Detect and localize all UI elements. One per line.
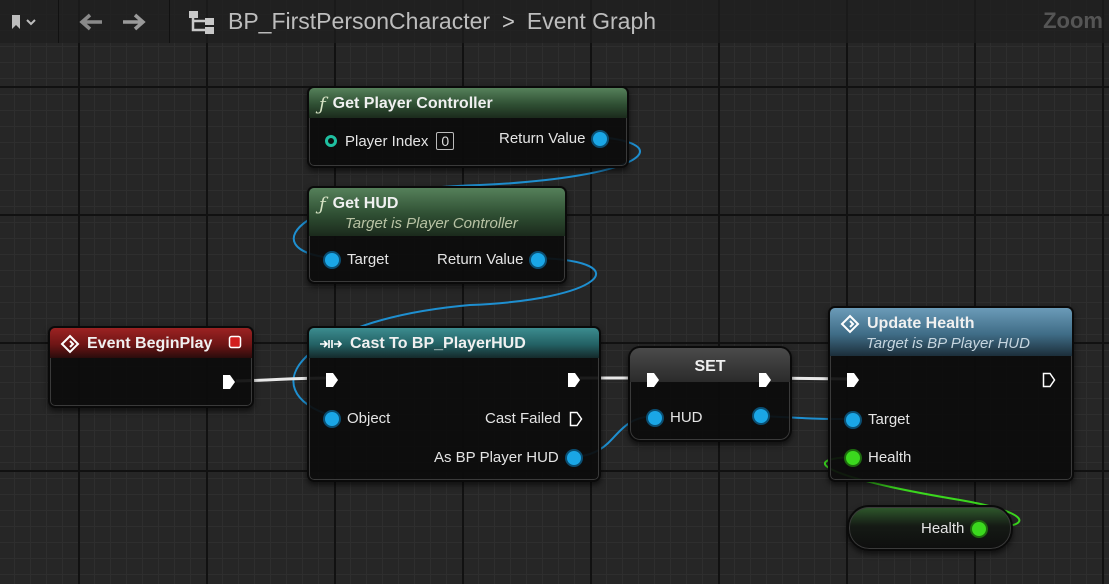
pin-hud-out — [754, 409, 768, 423]
pin-label: Target — [347, 251, 389, 268]
pin-exec-out — [1042, 372, 1056, 388]
pin-as-bp-player-hud: As BP Player HUD — [434, 449, 581, 466]
exec-pin-icon[interactable] — [222, 374, 236, 390]
pin-target: Target — [325, 251, 389, 268]
delegate-pin-icon[interactable] — [228, 335, 242, 354]
float-pin-icon[interactable] — [972, 521, 987, 536]
exec-pin-icon[interactable] — [569, 411, 583, 427]
object-pin-icon[interactable] — [325, 252, 339, 267]
back-button[interactable] — [71, 0, 111, 43]
object-pin-icon[interactable] — [754, 409, 768, 423]
node-title: Get HUD — [332, 195, 399, 212]
pin-exec-in — [325, 372, 339, 388]
node-title: Update Health — [867, 315, 975, 332]
hierarchy-icon — [189, 10, 214, 34]
function-icon: ƒ — [319, 93, 326, 115]
object-pin-icon[interactable] — [593, 131, 608, 146]
node-health-variable[interactable]: Health — [847, 505, 1013, 551]
node-subtitle: Target is BP Player HUD — [866, 335, 1030, 352]
node-update-health[interactable]: Update Health Target is BP Player HUD Ta… — [828, 306, 1074, 482]
node-title: Cast To BP_PlayerHUD — [350, 335, 526, 352]
node-event-begin-play[interactable]: Event BeginPlay — [48, 326, 254, 408]
pin-object: Object — [325, 410, 390, 427]
pin-exec-in — [846, 372, 860, 388]
node-cast-to-hud[interactable]: Cast To BP_PlayerHUD Object Cast Failed … — [307, 326, 601, 482]
exec-pin-icon[interactable] — [1042, 372, 1056, 388]
node-title: Get Player Controller — [332, 95, 493, 112]
pin-target: Target — [846, 411, 910, 428]
float-pin-icon[interactable] — [846, 450, 860, 465]
breadcrumb: BP_FirstPersonCharacter > Event Graph — [228, 8, 656, 35]
int-pin-icon[interactable] — [325, 135, 337, 147]
pin-exec-out — [222, 374, 236, 390]
pin-cast-failed: Cast Failed — [485, 410, 583, 427]
pin-exec-in — [646, 372, 660, 388]
zoom-label: Zoom — [1043, 8, 1103, 33]
cast-icon — [320, 340, 343, 348]
exec-pin-icon[interactable] — [325, 372, 339, 388]
node-header: Event BeginPlay — [50, 328, 252, 358]
object-pin-icon[interactable] — [566, 450, 581, 465]
object-pin-icon[interactable] — [846, 412, 860, 427]
exec-pin-icon[interactable] — [846, 372, 860, 388]
bookmark-icon — [12, 14, 36, 29]
node-title: SET — [694, 358, 726, 375]
node-header: ƒ Get Player Controller — [309, 88, 627, 118]
function-icon: ƒ — [319, 193, 326, 215]
node-subtitle: Target is Player Controller — [345, 215, 518, 232]
forward-button[interactable] — [111, 0, 157, 43]
pin-hud-in: HUD — [648, 409, 703, 426]
graph-toolbar: BP_FirstPersonCharacter > Event Graph Zo… — [0, 0, 1109, 43]
player-index-input[interactable]: 0 — [436, 132, 455, 150]
bookmark-button[interactable] — [0, 0, 46, 43]
pin-label: As BP Player HUD — [434, 449, 559, 466]
breadcrumb-graph[interactable]: Event Graph — [527, 8, 656, 35]
node-header: ƒ Get HUD Target is Player Controller — [309, 188, 565, 236]
object-pin-icon[interactable] — [325, 411, 339, 426]
pin-label: Player Index — [345, 132, 429, 150]
arrow-right-icon — [123, 13, 146, 30]
pin-label: Return Value — [499, 130, 586, 147]
pin-label: Cast Failed — [485, 410, 561, 427]
node-set[interactable]: SET HUD — [628, 346, 792, 442]
node-header: Update Health Target is BP Player HUD — [830, 308, 1072, 356]
breadcrumb-blueprint[interactable]: BP_FirstPersonCharacter — [228, 8, 490, 35]
pin-health: Health — [846, 449, 911, 466]
breadcrumb-separator: > — [502, 8, 515, 34]
pin-health-out: Health — [921, 520, 987, 537]
pin-label: HUD — [670, 409, 703, 426]
hierarchy-button[interactable] — [182, 0, 222, 43]
pin-player-index: Player Index 0 — [325, 132, 455, 150]
exec-pin-icon[interactable] — [567, 372, 581, 388]
pin-label: Object — [347, 410, 391, 427]
pin-label: Health — [921, 520, 965, 537]
pin-exec-out — [567, 372, 581, 388]
node-get-player-controller[interactable]: ƒ Get Player Controller Player Index 0 Re… — [307, 86, 629, 168]
pin-exec-out — [758, 372, 772, 388]
pin-return-value: Return Value — [437, 251, 546, 268]
pin-return-value: Return Value — [499, 130, 608, 147]
toolbar-divider — [58, 0, 59, 43]
pin-label: Health — [868, 449, 912, 466]
object-pin-icon[interactable] — [531, 252, 546, 267]
node-get-hud[interactable]: ƒ Get HUD Target is Player Controller Tar… — [307, 186, 567, 284]
exec-pin-icon[interactable] — [646, 372, 660, 388]
object-pin-icon[interactable] — [648, 410, 662, 425]
node-header: Cast To BP_PlayerHUD — [309, 328, 599, 358]
toolbar-divider — [169, 0, 170, 43]
pin-label: Target — [868, 411, 910, 428]
event-diamond-icon — [60, 334, 80, 354]
custom-event-diamond-icon — [840, 314, 860, 334]
node-title: Event BeginPlay — [87, 335, 213, 352]
arrow-left-icon — [79, 13, 102, 30]
exec-pin-icon[interactable] — [758, 372, 772, 388]
pin-label: Return Value — [437, 251, 524, 268]
